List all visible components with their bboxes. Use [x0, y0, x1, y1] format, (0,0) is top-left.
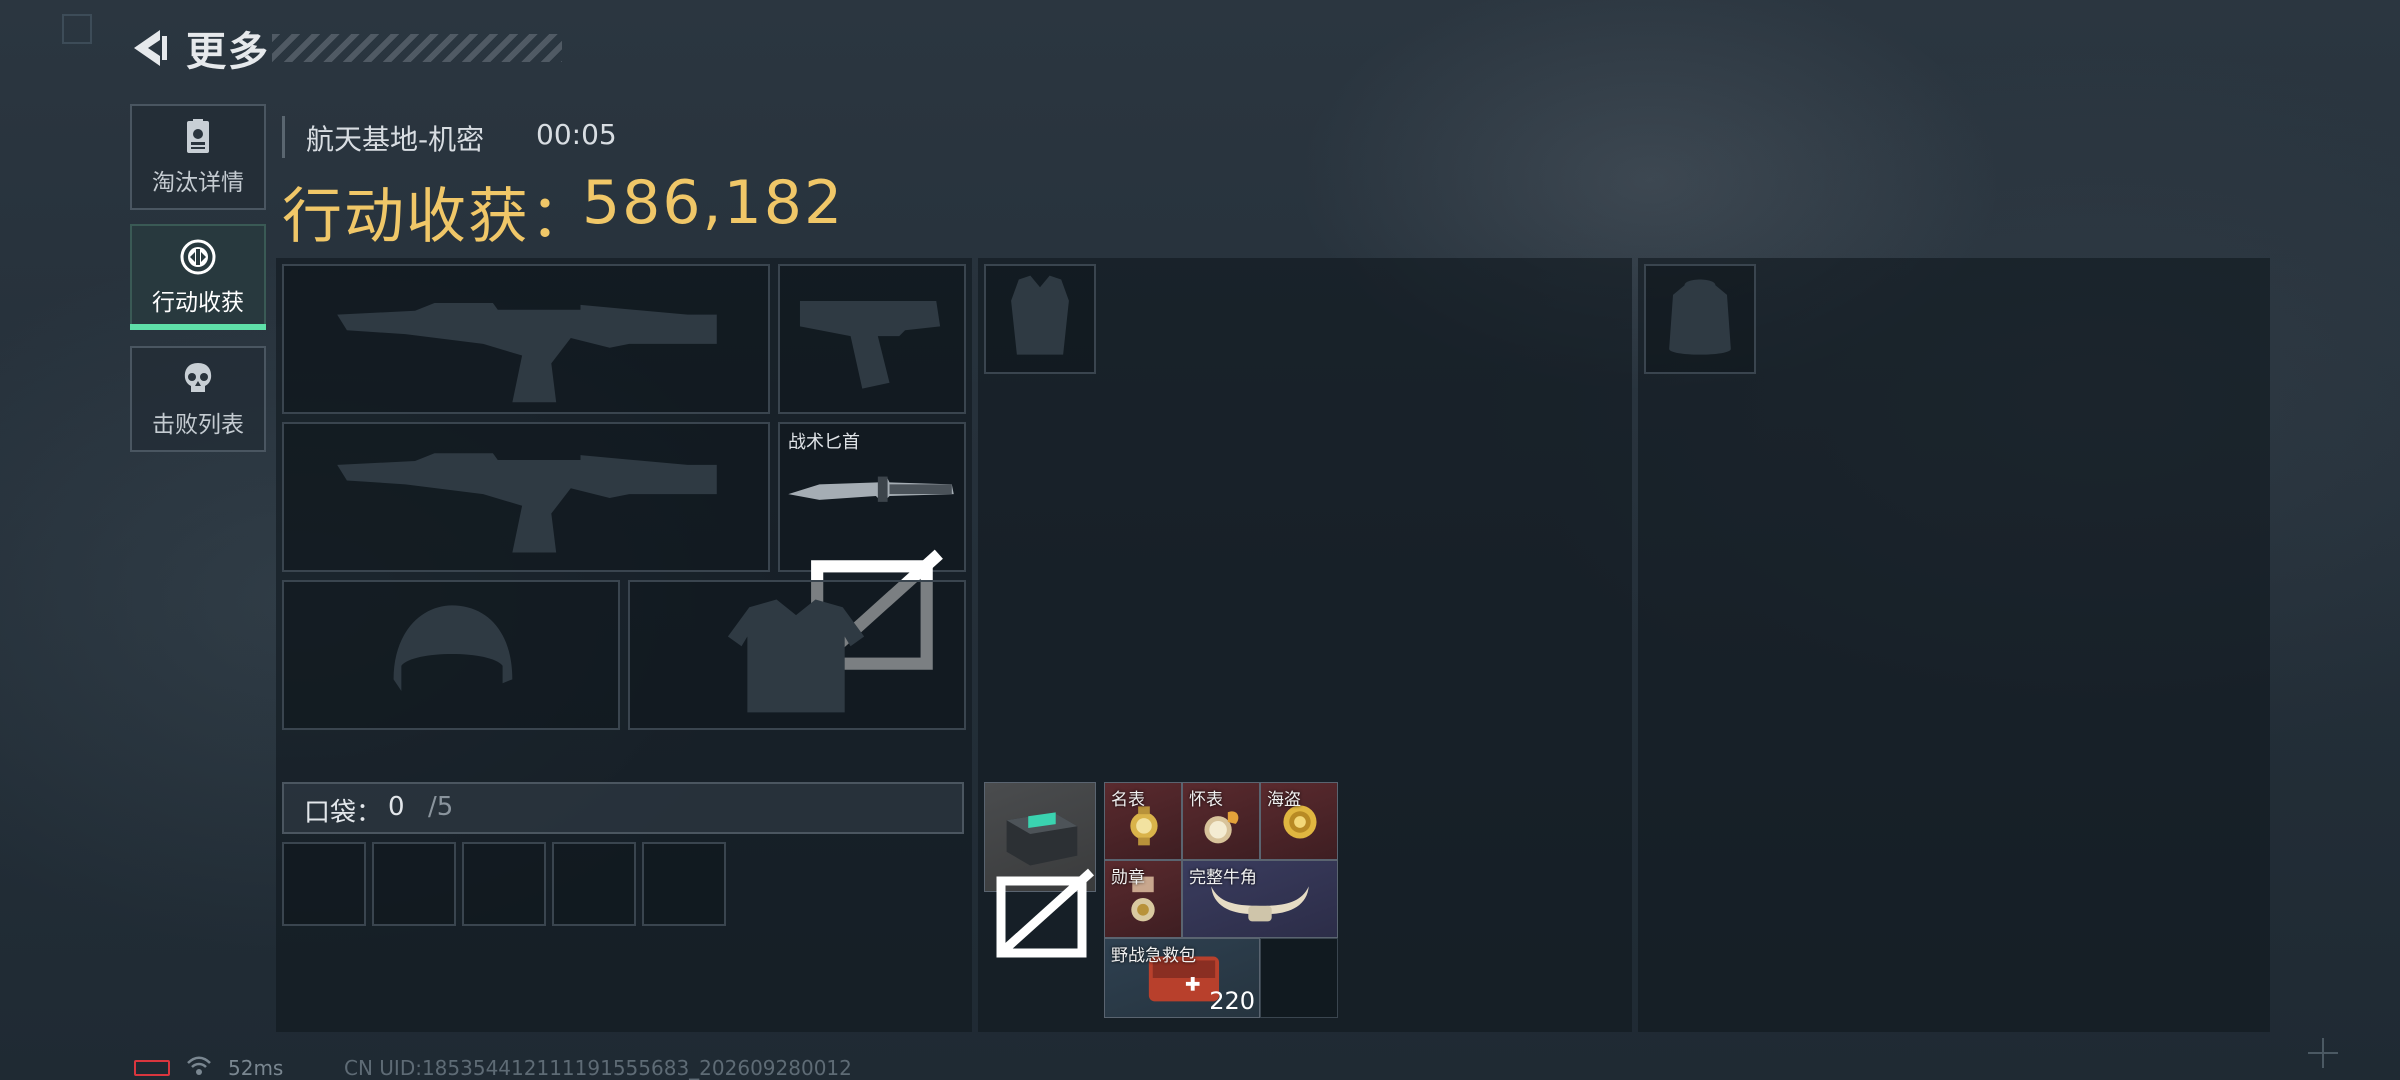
corner-frame-icon: [62, 14, 92, 44]
backpack-slot[interactable]: [1644, 264, 1756, 374]
sidebar-item-elimination-details[interactable]: 淘汰详情: [130, 104, 266, 210]
chest-rig-silhouette-icon: [1011, 275, 1069, 355]
pocket-count: 0: [388, 792, 405, 822]
item-name: 勋章: [1111, 868, 1145, 888]
item-intact-horn[interactable]: 完整牛角: [1182, 860, 1338, 938]
pocket-slot[interactable]: [462, 842, 546, 926]
item-name: 名表: [1111, 790, 1145, 810]
item-pocket-watch[interactable]: 怀表: [1182, 782, 1260, 860]
backpack-silhouette-icon: [1669, 279, 1731, 355]
item-field-medkit[interactable]: 野战急救包 220: [1104, 938, 1260, 1018]
armor-slot[interactable]: [628, 580, 966, 730]
user-uid: CN UID:185354412111191555683_20260928001…: [344, 1056, 852, 1080]
insured-lock-icon: [996, 868, 1095, 958]
pocket-label: 口袋：: [304, 798, 383, 828]
armor-silhouette-icon: [727, 599, 865, 713]
knife-label: 战术匕首: [788, 432, 860, 453]
pocket-bar: 口袋： 0 /5: [282, 782, 964, 834]
battery-icon: [134, 1060, 170, 1076]
sidebar-item-loot[interactable]: 行动收获: [130, 224, 266, 330]
skull-icon: [184, 363, 212, 392]
pocket-max: /5: [428, 792, 454, 822]
title-decoration: [272, 34, 562, 62]
pocket-slot[interactable]: [552, 842, 636, 926]
sidebar-item-label: 淘汰详情: [152, 170, 244, 196]
item-name: 海盗: [1267, 790, 1301, 810]
item-pirate-coin[interactable]: 海盗: [1260, 782, 1338, 860]
empty-item-cell: [1260, 938, 1338, 1018]
item-name: 完整牛角: [1189, 868, 1257, 888]
pistol-slot[interactable]: [778, 264, 966, 414]
ping-readout: 52ms: [228, 1056, 284, 1080]
back-button[interactable]: 更多: [128, 20, 270, 76]
rifle-silhouette-icon: [337, 453, 717, 553]
loot-label: 行动收获：: [282, 182, 592, 252]
pistol-silhouette-icon: [799, 301, 941, 389]
sidebar-item-label: 行动收获: [152, 290, 244, 316]
loot-coin-icon: [180, 239, 216, 275]
id-card-icon: [187, 119, 209, 153]
sidebar-item-kill-list[interactable]: 击败列表: [130, 346, 266, 452]
helmet-silhouette-icon: [393, 605, 513, 692]
loot-value: 586,182: [582, 168, 845, 238]
plus-icon: [2308, 1038, 2338, 1068]
chest-rig-slot[interactable]: [984, 264, 1096, 374]
info-divider: [282, 116, 285, 158]
item-count: 220: [1209, 987, 1255, 1015]
item-watch[interactable]: 名表: [1104, 782, 1182, 860]
primary-weapon-slot-1[interactable]: [282, 264, 770, 414]
sidebar-item-label: 击败列表: [152, 412, 244, 438]
primary-weapon-slot-2[interactable]: [282, 422, 770, 572]
helmet-slot[interactable]: [282, 580, 620, 730]
item-name: 野战急救包: [1111, 946, 1196, 966]
backpack-panel: [1638, 258, 2270, 1032]
match-time: 00:05: [536, 118, 617, 151]
knife-slot[interactable]: 战术匕首: [778, 422, 966, 670]
item-name: 怀表: [1189, 790, 1223, 810]
page-title: 更多: [186, 29, 270, 75]
secure-case-item[interactable]: [984, 782, 1096, 958]
pocket-slot[interactable]: [642, 842, 726, 926]
back-arrow-icon: [134, 30, 167, 66]
map-name: 航天基地-机密: [306, 123, 485, 156]
wifi-icon: [187, 1056, 211, 1075]
rifle-silhouette-icon: [337, 302, 717, 403]
item-medal[interactable]: 勋章: [1104, 860, 1182, 938]
pocket-slot[interactable]: [282, 842, 366, 926]
pocket-slot[interactable]: [372, 842, 456, 926]
